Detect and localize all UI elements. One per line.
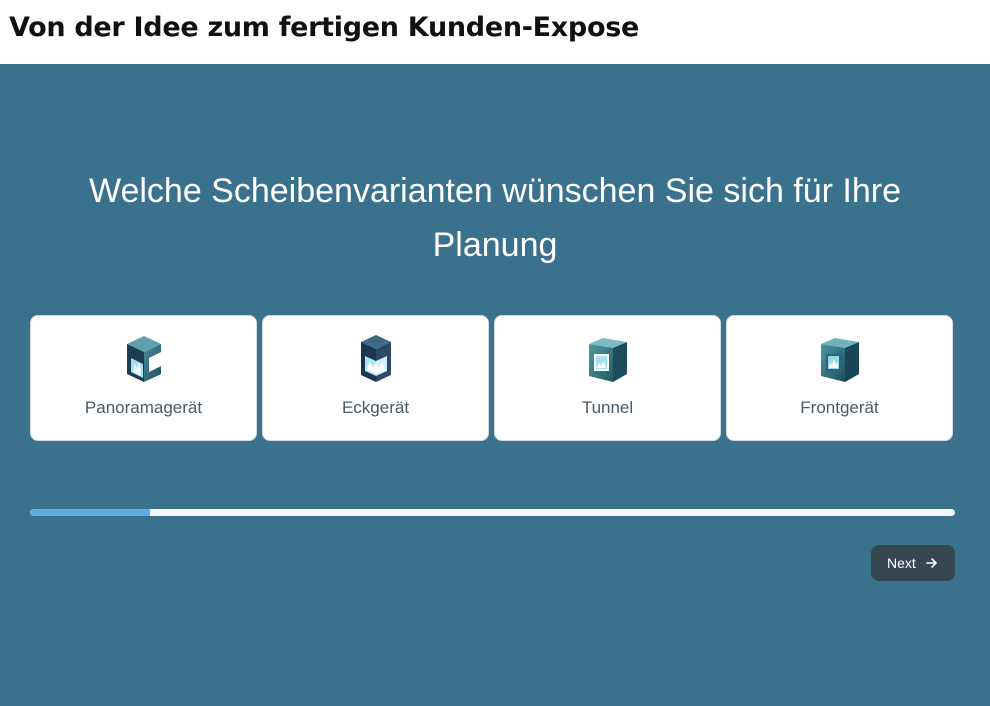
tunnel-fireplace-icon (588, 338, 627, 382)
next-button[interactable]: Next (871, 545, 955, 581)
front-fireplace-icon (820, 338, 859, 382)
option-card-panoramageraet[interactable]: Panoramagerät (30, 315, 257, 441)
option-cards: Panoramagerät Eckgerät Tunnel Frontgerät (30, 315, 955, 443)
option-card-frontgeraet[interactable]: Frontgerät (726, 315, 953, 441)
progress-fill (30, 509, 151, 516)
panorama-fireplace-icon (126, 336, 161, 382)
option-label: Panoramagerät (84, 398, 203, 417)
page-header: Von der Idee zum fertigen Kunden-Expose (0, 0, 990, 64)
option-label: Frontgerät (800, 398, 879, 417)
questionnaire-panel: Welche Scheibenvarianten wünschen Sie si… (0, 64, 990, 706)
arrow-right-icon (926, 558, 937, 568)
option-card-eckgeraet[interactable]: Eckgerät (262, 315, 489, 441)
option-card-tunnel[interactable]: Tunnel (494, 315, 721, 441)
option-label: Tunnel (581, 398, 634, 417)
next-button-label: Next (887, 555, 916, 571)
corner-fireplace-icon (360, 335, 391, 382)
progress-bar (30, 509, 955, 516)
page-title: Von der Idee zum fertigen Kunden-Expose (9, 12, 639, 43)
option-label: Eckgerät (341, 398, 410, 417)
question-text: Welche Scheibenvarianten wünschen Sie si… (88, 172, 902, 264)
